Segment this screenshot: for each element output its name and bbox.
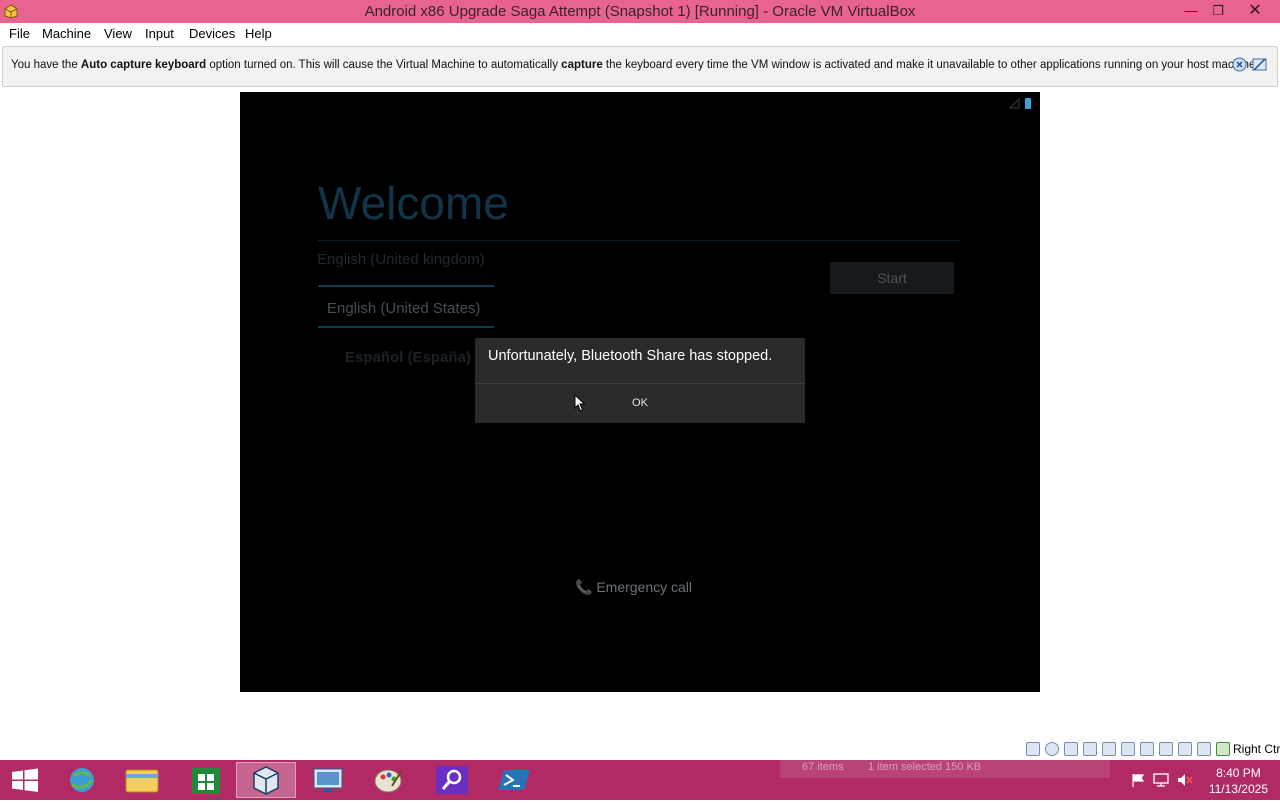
menu-help[interactable]: Help <box>245 26 272 41</box>
ie-icon <box>70 768 94 792</box>
taskbar-virtualbox[interactable] <box>236 762 296 798</box>
welcome-heading: Welcome <box>318 177 509 229</box>
search-app-icon <box>436 766 468 794</box>
video-capture-icon[interactable] <box>1159 742 1173 756</box>
language-option-us[interactable]: English (United States) <box>327 300 480 317</box>
remote-desktop-icon <box>313 768 343 792</box>
menu-devices[interactable]: Devices <box>189 26 235 41</box>
menu-input[interactable]: Input <box>145 26 174 41</box>
menu-machine[interactable]: Machine <box>42 26 91 41</box>
network-icon[interactable] <box>1083 742 1097 756</box>
file-explorer-icon <box>125 769 159 793</box>
taskbar-paint[interactable] <box>358 762 418 798</box>
vm-display[interactable]: Welcome English (United kingdom) English… <box>240 92 1040 692</box>
notice-text-part: You have the <box>11 59 81 71</box>
language-option-es[interactable]: Español (España) <box>345 349 471 366</box>
windows-taskbar: 67 items 1 item selected 150 KB 8:40 PM … <box>0 760 1280 800</box>
dialog-ok-button[interactable]: OK <box>475 384 805 423</box>
restore-button[interactable]: ❐ <box>1204 0 1232 23</box>
host-key-label[interactable]: Right Ctrl <box>1233 742 1280 756</box>
notice-bold-auto-capture: Auto capture keyboard <box>80 59 207 71</box>
paint-icon <box>374 769 403 793</box>
optical-drive-icon[interactable] <box>1045 742 1059 756</box>
error-dialog: Unfortunately, Bluetooth Share has stopp… <box>475 338 805 423</box>
taskbar-ie[interactable] <box>52 762 112 798</box>
clock-time: 8:40 PM <box>1216 766 1261 780</box>
notice-bold-capture: capture <box>561 59 603 71</box>
action-center-flag-icon[interactable] <box>1130 772 1146 788</box>
powershell-icon <box>498 770 530 790</box>
notice-text-part: option turned on. This will cause the Vi… <box>206 59 562 71</box>
window-titlebar[interactable]: Android x86 Upgrade Saga Attempt (Snapsh… <box>0 0 1280 23</box>
ghost-selected-info: 1 item selected 150 KB <box>868 761 982 773</box>
taskbar-search-app[interactable] <box>422 762 482 798</box>
keyboard-capture-notice: You have the Auto capture keyboard optio… <box>2 46 1278 87</box>
mouse-cursor-icon <box>574 394 586 412</box>
store-icon <box>192 768 220 794</box>
window-title: Android x86 Upgrade Saga Attempt (Snapsh… <box>364 3 916 20</box>
menu-file[interactable]: File <box>9 26 30 41</box>
dialog-message: Unfortunately, Bluetooth Share has stopp… <box>488 348 773 364</box>
menu-view[interactable]: View <box>104 26 132 41</box>
explorer-status-ghost: 67 items 1 item selected 150 KB <box>780 760 1110 778</box>
emergency-call-button[interactable]: 📞 Emergency call <box>575 579 692 596</box>
usb-icon[interactable] <box>1102 742 1116 756</box>
android-status-icons <box>1008 97 1031 109</box>
language-picker-line-bottom <box>318 326 494 328</box>
phone-icon: 📞 <box>575 579 593 595</box>
audio-icon[interactable] <box>1064 742 1078 756</box>
taskbar-powershell[interactable] <box>484 762 544 798</box>
display-icon[interactable] <box>1140 742 1154 756</box>
keyboard-capture-icon[interactable] <box>1216 742 1230 756</box>
menu-bar: File Machine View Input Devices Help <box>0 23 1280 44</box>
notice-text-part: the keyboard every time the VM window is… <box>602 59 1259 71</box>
volume-muted-icon[interactable] <box>1176 772 1194 788</box>
network-tray-icon[interactable] <box>1152 772 1170 788</box>
notice-dont-show-icon[interactable] <box>1252 57 1267 72</box>
ghost-items-count: 67 items <box>802 761 844 773</box>
taskbar-remote-desktop[interactable] <box>298 762 358 798</box>
language-picker-line-top <box>318 285 494 287</box>
mouse-integration-icon[interactable] <box>1197 742 1211 756</box>
taskbar-store[interactable] <box>176 762 236 798</box>
shared-folders-icon[interactable] <box>1121 742 1135 756</box>
virtualbox-icon <box>253 766 279 795</box>
cpu-icon[interactable] <box>1178 742 1192 756</box>
windows-start-icon[interactable] <box>0 760 50 800</box>
language-option-uk[interactable]: English (United kingdom) <box>317 251 485 268</box>
notice-text: You have the Auto capture keyboard optio… <box>11 59 1259 71</box>
taskbar-file-explorer[interactable] <box>112 762 172 798</box>
welcome-divider <box>318 240 960 241</box>
start-button[interactable]: Start <box>830 262 954 294</box>
taskbar-clock[interactable]: 8:40 PM 11/13/2025 <box>1209 765 1268 797</box>
hard-disk-icon[interactable] <box>1026 742 1040 756</box>
close-button[interactable]: ✕ <box>1232 0 1278 23</box>
clock-date: 11/13/2025 <box>1208 782 1268 796</box>
minimize-button[interactable]: — <box>1177 0 1205 23</box>
emergency-call-label: Emergency call <box>596 579 693 595</box>
notice-close-icon[interactable] <box>1232 57 1247 72</box>
